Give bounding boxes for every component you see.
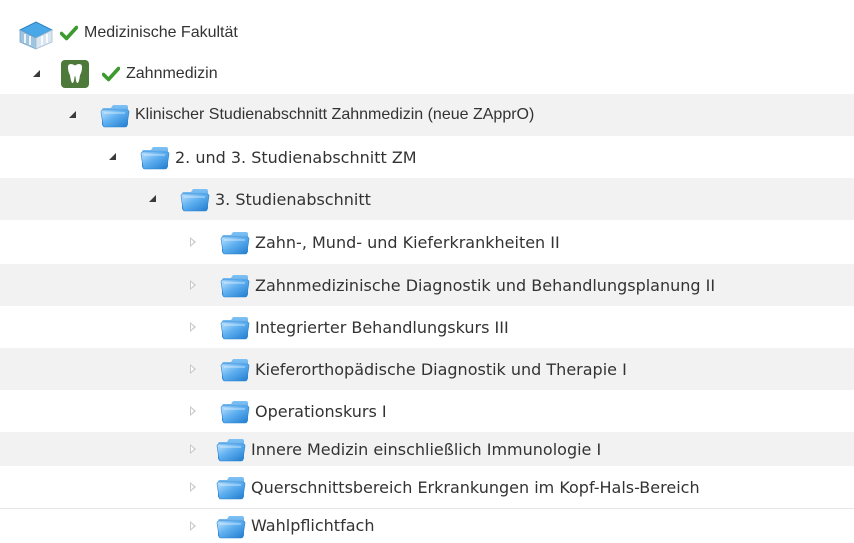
tree-row[interactable]: Zahnmedizinische Diagnostik und Behandlu… xyxy=(0,264,854,306)
expand-toggle-icon[interactable] xyxy=(186,442,200,456)
expand-toggle-icon[interactable] xyxy=(186,362,200,376)
collapse-toggle-icon[interactable] xyxy=(106,150,120,164)
tree-item-label[interactable]: Querschnittsbereich Erkrankungen im Kopf… xyxy=(251,478,700,497)
tree-item-label[interactable]: Zahn-, Mund- und Kieferkrankheiten II xyxy=(255,233,560,252)
tree-row[interactable]: Zahn-, Mund- und Kieferkrankheiten II xyxy=(0,220,854,264)
collapse-toggle-icon[interactable] xyxy=(146,192,160,206)
folder-icon xyxy=(216,436,246,462)
tree-item-label[interactable]: Medizinische Fakultät xyxy=(84,24,238,42)
collapse-toggle-icon[interactable] xyxy=(66,108,80,122)
tree-row-root[interactable]: Medizinische Fakultät xyxy=(0,12,854,54)
expand-toggle-icon[interactable] xyxy=(186,278,200,292)
expand-toggle-icon[interactable] xyxy=(186,320,200,334)
tree-item-label[interactable]: Kieferorthopädische Diagnostik und Thera… xyxy=(255,360,627,379)
folder-icon xyxy=(220,398,250,424)
check-icon xyxy=(102,66,120,82)
tree-item-label[interactable]: 3. Studienabschnitt xyxy=(215,190,371,209)
expand-toggle-icon[interactable] xyxy=(186,519,200,533)
tree-item-label[interactable]: 2. und 3. Studienabschnitt ZM xyxy=(175,148,417,167)
tree-item-label[interactable]: Innere Medizin einschließlich Immunologi… xyxy=(251,440,601,459)
tree-row[interactable]: Operationskurs I xyxy=(0,390,854,432)
tooth-icon xyxy=(60,59,90,89)
tree-row[interactable]: Wahlpflichtfach xyxy=(0,509,854,542)
tree-item-label[interactable]: Zahnmedizin xyxy=(126,65,218,83)
folder-icon xyxy=(216,513,246,539)
folder-icon xyxy=(180,186,210,212)
folder-icon xyxy=(220,314,250,340)
folder-icon xyxy=(220,272,250,298)
faculty-building-icon xyxy=(16,16,56,50)
folder-icon xyxy=(220,229,250,255)
expand-toggle-icon[interactable] xyxy=(186,404,200,418)
tree-row[interactable]: Querschnittsbereich Erkrankungen im Kopf… xyxy=(0,466,854,508)
tree-item-label[interactable]: Klinischer Studienabschnitt Zahnmedizin … xyxy=(135,106,534,124)
tree-row[interactable]: Kieferorthopädische Diagnostik und Thera… xyxy=(0,348,854,390)
folder-icon xyxy=(100,102,130,128)
tree-row-department[interactable]: Zahnmedizin xyxy=(0,54,854,94)
tree-row[interactable]: 2. und 3. Studienabschnitt ZM xyxy=(0,136,854,178)
tree-item-label[interactable]: Zahnmedizinische Diagnostik und Behandlu… xyxy=(255,276,715,295)
tree-item-label[interactable]: Operationskurs I xyxy=(255,402,387,421)
expand-toggle-icon[interactable] xyxy=(186,480,200,494)
folder-icon xyxy=(216,474,246,500)
tree-item-label[interactable]: Wahlpflichtfach xyxy=(251,516,374,535)
tree-row[interactable]: Klinischer Studienabschnitt Zahnmedizin … xyxy=(0,94,854,136)
folder-icon xyxy=(140,144,170,170)
tree-item-label[interactable]: Integrierter Behandlungskurs III xyxy=(255,318,509,337)
folder-icon xyxy=(220,356,250,382)
check-icon xyxy=(60,25,78,41)
expand-toggle-icon[interactable] xyxy=(186,235,200,249)
tree-row[interactable]: Integrierter Behandlungskurs III xyxy=(0,306,854,348)
tree-row[interactable]: Innere Medizin einschließlich Immunologi… xyxy=(0,432,854,466)
collapse-toggle-icon[interactable] xyxy=(30,67,44,81)
tree-row[interactable]: 3. Studienabschnitt xyxy=(0,178,854,220)
